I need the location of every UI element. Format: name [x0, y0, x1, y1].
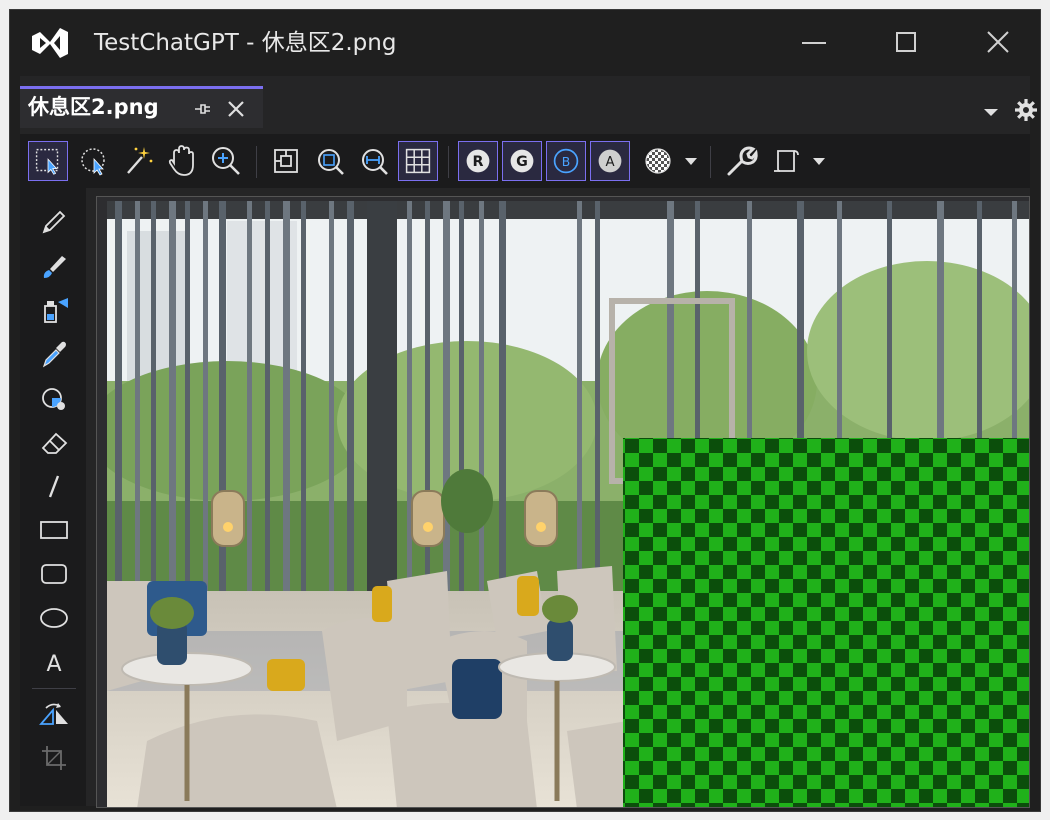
rectangle-tool[interactable]: [38, 514, 70, 546]
transparency-checker-button[interactable]: [638, 141, 678, 181]
brush-icon: [43, 256, 66, 278]
document-tab[interactable]: 休息区2.png: [20, 86, 263, 128]
toolbar-separator: [448, 146, 449, 178]
channel-a-icon: A: [598, 149, 622, 173]
rotate-flip-tool[interactable]: [38, 698, 70, 730]
zoom-actual-size-icon: [274, 149, 298, 173]
tab-list-dropdown-icon[interactable]: [980, 104, 1002, 120]
zoom-in-button[interactable]: [206, 141, 246, 181]
pin-icon[interactable]: [190, 98, 212, 120]
gear-icon[interactable]: [1014, 98, 1038, 122]
rectangle-select-button[interactable]: [28, 141, 68, 181]
channel-a-button[interactable]: A: [590, 141, 630, 181]
channel-r-button[interactable]: R: [458, 141, 498, 181]
zoom-fit-icon: [318, 149, 344, 175]
toolbar-separator: [256, 146, 257, 178]
tab-label: 休息区2.png: [28, 95, 159, 119]
checker-dropdown-button[interactable]: [680, 141, 702, 181]
wrench-icon: [727, 146, 758, 176]
close-window-button[interactable]: [976, 22, 1020, 62]
crop-icon: [42, 746, 66, 770]
transparency-checker-icon: [645, 148, 671, 174]
properties-button[interactable]: [766, 141, 806, 181]
channel-b-button[interactable]: B: [546, 141, 586, 181]
minimize-icon: [802, 42, 826, 44]
channel-g-label: G: [516, 154, 528, 170]
ellipse-tool[interactable]: [38, 602, 70, 634]
toolbar-separator: [710, 146, 711, 178]
pan-hand-icon: [168, 145, 194, 176]
properties-dropdown-button[interactable]: [808, 141, 830, 181]
text-tool-label: A: [46, 652, 61, 677]
title-bar[interactable]: TestChatGPT - 休息区2.png: [10, 10, 1040, 76]
ellipse-select-icon: [81, 148, 105, 176]
grid-icon: [405, 148, 431, 174]
tab-strip: 休息区2.png: [20, 86, 1037, 141]
channel-a-label: A: [605, 155, 614, 170]
lounge-photo-image: [97, 201, 1029, 807]
chevron-down-icon: [813, 158, 825, 165]
chevron-down-icon: [685, 158, 697, 165]
visual-studio-logo-icon: [28, 24, 72, 62]
line-icon: [48, 475, 60, 498]
maximize-button[interactable]: [884, 22, 928, 62]
image-canvas[interactable]: [96, 196, 1030, 808]
tool-palette: A: [20, 188, 86, 806]
zoom-width-icon: [362, 149, 388, 175]
rectangle-icon: [40, 521, 68, 539]
channel-b-label: B: [562, 155, 570, 169]
document-area: 休息区2.png R G B A A: [20, 76, 1037, 808]
pencil-icon: [42, 210, 66, 234]
zoom-fit-button[interactable]: [310, 141, 350, 181]
magic-wand-icon: [127, 147, 153, 174]
eyedropper-tool[interactable]: [38, 338, 70, 370]
color-replace-icon: [42, 388, 65, 410]
eraser-tool[interactable]: [38, 426, 70, 458]
maximize-icon: [896, 32, 916, 52]
properties-icon: [774, 150, 799, 172]
eraser-icon: [41, 432, 68, 454]
magic-wand-button[interactable]: [118, 141, 158, 181]
pan-hand-button[interactable]: [162, 141, 202, 181]
tab-close-icon[interactable]: [225, 98, 247, 120]
rounded-rectangle-tool[interactable]: [38, 558, 70, 590]
rotate-flip-icon: [39, 703, 68, 725]
channel-g-icon: G: [510, 149, 534, 173]
fill-tool[interactable]: [38, 294, 70, 326]
eyedropper-icon: [42, 341, 66, 368]
pencil-tool[interactable]: [38, 206, 70, 238]
image-toolbar: R G B A: [20, 134, 1030, 188]
palette-separator: [32, 688, 76, 689]
zoom-in-icon: [212, 147, 240, 175]
text-tool[interactable]: A: [38, 646, 70, 678]
rounded-rectangle-icon: [41, 564, 67, 584]
zoom-width-button[interactable]: [354, 141, 394, 181]
crop-tool[interactable]: [38, 742, 70, 774]
wrench-button[interactable]: [720, 141, 760, 181]
line-tool[interactable]: [38, 470, 70, 502]
grid-toggle-button[interactable]: [398, 141, 438, 181]
ellipse-icon: [40, 608, 68, 628]
color-replace-tool[interactable]: [38, 382, 70, 414]
text-tool-icon: A: [46, 652, 61, 677]
minimize-button[interactable]: [792, 22, 836, 62]
window-title: TestChatGPT - 休息区2.png: [94, 30, 397, 56]
brush-tool[interactable]: [38, 250, 70, 282]
rectangle-select-icon: [35, 148, 59, 175]
lounge-photo: [97, 201, 1029, 807]
channel-r-icon: R: [466, 149, 490, 173]
channel-g-button[interactable]: G: [502, 141, 542, 181]
app-window: TestChatGPT - 休息区2.png 休息区2.png R G B A …: [9, 9, 1041, 812]
ellipse-select-button[interactable]: [74, 141, 114, 181]
close-icon: [987, 31, 1009, 53]
channel-r-label: R: [473, 154, 484, 170]
fill-bucket-icon: [44, 298, 68, 323]
zoom-actual-size-button[interactable]: [266, 141, 306, 181]
channel-b-icon: B: [553, 148, 579, 174]
